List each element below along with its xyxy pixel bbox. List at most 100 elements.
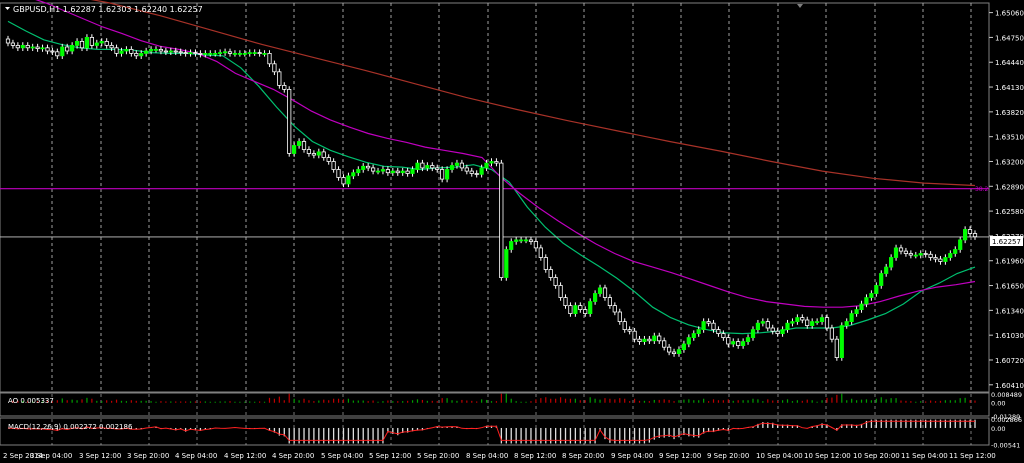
bull-candle [523,239,529,242]
bull-candle [874,285,879,294]
bull-candle [168,50,173,53]
bear-candle [277,71,282,86]
bull-candle [479,167,484,175]
bull-candle [489,161,494,164]
bull-candle [30,46,35,49]
bear-candle [306,149,312,154]
symbol-header: GBPUSD,H1 1.62287 1.62303 1.62240 1.6225… [13,5,203,14]
bear-candle [469,170,474,174]
time-label: 10 Sep 20:00 [853,452,900,460]
bull-candle [119,50,124,54]
bull-candle [390,170,395,174]
bear-candle [578,305,583,311]
bull-candle [913,254,918,257]
bull-candle [84,37,89,49]
bull-candle [839,325,844,359]
mt4-chart-window[interactable]: 1.65060 1.64750 1.64440 1.64130 1.63820 1.635… [0,0,1024,463]
bull-candle [953,249,958,254]
bear-candle [173,50,178,53]
bear-candle [79,41,85,49]
bull-candle [819,317,825,323]
price-tick-label: 1.64440 [995,59,1024,67]
chart-background [0,0,1024,463]
bull-candle [844,321,849,327]
ao-label: AO 0.005337 [8,397,54,405]
bull-candle [701,321,706,331]
bear-candle [183,52,188,54]
bear-candle [420,162,425,169]
bear-candle [257,52,262,54]
bull-candle [484,162,489,169]
time-label: 10 Sep 04:00 [756,452,803,460]
bull-candle [213,53,218,55]
bear-candle [385,169,391,174]
time-label: 4 Sep 04:00 [175,452,217,460]
time-label: 4 Sep 12:00 [224,452,266,460]
bear-candle [938,258,943,262]
bull-candle [242,53,247,55]
bear-candle [568,305,573,315]
price-tick-label: 1.63510 [995,134,1024,142]
bull-candle [790,321,795,324]
bear-candle [50,50,55,53]
bear-candle [272,63,277,73]
bull-candle [918,253,923,256]
bull-candle [893,247,899,258]
price-tick-label: 1.63820 [995,109,1024,117]
bear-candle [311,153,317,156]
price-tick-label: 1.65060 [995,10,1024,18]
bear-candle [602,287,608,298]
bear-candle [5,38,11,44]
bull-candle [375,170,381,173]
price-tick-label: 1.63200 [995,158,1024,166]
bull-candle [454,162,460,166]
price-tick-label: 1.60720 [995,357,1024,365]
bull-candle [400,170,405,174]
bull-candle [410,169,415,174]
bear-candle [370,167,376,172]
bull-candle [356,169,361,174]
bull-candle [70,45,75,52]
bear-candle [178,51,183,54]
bear-candle [10,42,15,46]
bear-candle [134,53,139,57]
price-tick-label: 1.62890 [995,183,1024,191]
time-label: 11 Sep 04:00 [901,452,948,460]
bull-candle [795,317,800,323]
bear-candle [548,269,553,278]
bear-candle [459,162,465,169]
bear-candle [898,247,904,252]
bear-candle [805,319,810,326]
time-label: 5 Sep 04:00 [321,452,363,460]
bear-candle [65,46,70,52]
bull-candle [380,169,386,172]
time-label: 10 Sep 12:00 [804,452,851,460]
bear-candle [538,247,543,258]
bear-candle [908,253,913,256]
bear-candle [129,49,134,54]
bull-candle [208,53,213,55]
bear-candle [439,169,445,180]
bear-candle [800,317,805,321]
bull-candle [316,151,321,156]
bull-candle [124,49,129,52]
bull-candle [94,42,99,46]
bull-candle [20,45,25,49]
bear-candle [163,50,168,53]
bear-candle [967,229,973,234]
bear-candle [227,51,233,54]
bear-candle [834,338,839,359]
bear-candle [721,333,726,339]
bear-candle [35,46,40,50]
bear-candle [558,285,563,298]
bear-candle [662,340,667,348]
bear-candle [267,53,272,65]
macd-tick-label: -0.00541 [991,442,1020,450]
bull-candle [188,52,193,54]
bear-candle [89,37,94,46]
bull-candle [509,241,514,250]
time-label: 9 Sep 20:00 [707,452,749,460]
time-label: 3 Sep 20:00 [127,452,169,460]
bear-candle [726,337,731,345]
bull-candle [60,46,65,57]
